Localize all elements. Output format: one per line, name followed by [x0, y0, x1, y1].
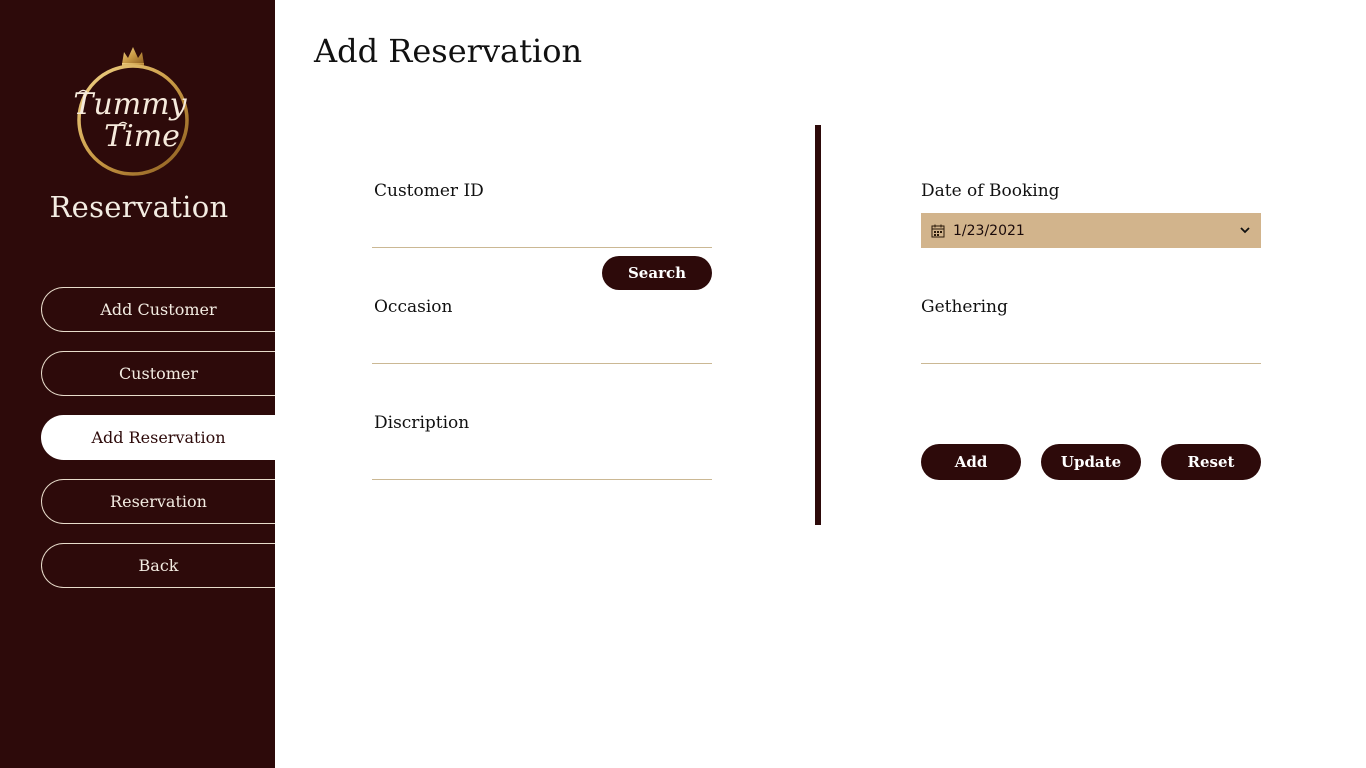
nav-back[interactable]: Back — [41, 543, 275, 588]
gathering-label: Gethering — [921, 297, 1008, 317]
svg-text:Tummy: Tummy — [73, 87, 187, 122]
sidebar: Tummy Time Reservation Add Customer Cust… — [0, 0, 275, 768]
customer-id-label: Customer ID — [374, 181, 484, 201]
vertical-divider — [815, 125, 821, 525]
sidebar-title: Reservation — [49, 190, 229, 224]
chevron-down-icon[interactable] — [1239, 223, 1251, 237]
reset-button[interactable]: Reset — [1161, 444, 1261, 480]
occasion-input[interactable] — [374, 328, 711, 360]
date-of-booking-value: 1/23/2021 — [953, 222, 1025, 239]
nav-reservation[interactable]: Reservation — [41, 479, 275, 524]
description-label: Discription — [374, 413, 470, 433]
occasion-underline — [372, 363, 712, 364]
logo-emblem-icon: Tummy Time — [73, 47, 189, 176]
nav-add-reservation[interactable]: Add Reservation — [41, 415, 275, 460]
page-title: Add Reservation — [314, 32, 583, 70]
gathering-underline — [921, 363, 1261, 364]
gathering-input[interactable] — [921, 328, 1259, 360]
nav-add-customer[interactable]: Add Customer — [41, 287, 275, 332]
description-input[interactable] — [374, 444, 711, 476]
date-of-booking-picker[interactable]: 1/23/2021 — [921, 213, 1261, 248]
search-button[interactable]: Search — [602, 256, 712, 290]
customer-id-underline — [372, 247, 712, 248]
svg-text:Time: Time — [104, 119, 180, 154]
date-of-booking-label: Date of Booking — [921, 181, 1060, 201]
update-button[interactable]: Update — [1041, 444, 1141, 480]
description-underline — [372, 479, 712, 480]
tummy-time-logo: Tummy Time — [70, 42, 195, 177]
nav-customer[interactable]: Customer — [41, 351, 275, 396]
customer-id-input[interactable] — [374, 212, 711, 244]
add-button[interactable]: Add — [921, 444, 1021, 480]
occasion-label: Occasion — [374, 297, 453, 317]
calendar-icon — [931, 224, 945, 237]
